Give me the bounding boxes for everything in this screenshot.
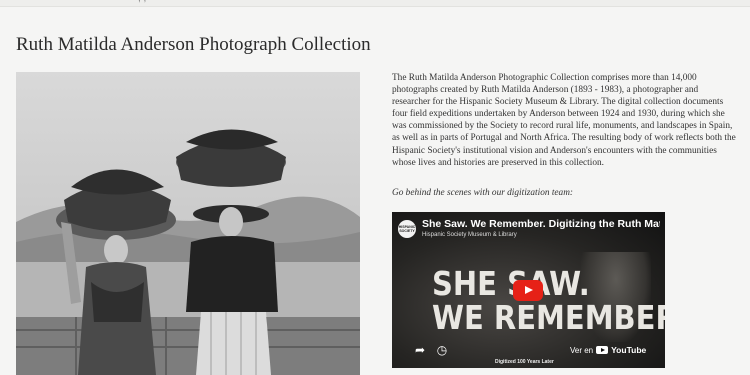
video-title[interactable]: She Saw. We Remember. Digitizing the Rut… [422,218,660,230]
video-bottom-caption: Digitized 100 Years Later [495,359,554,365]
video-embed[interactable]: HISPANIC SOCIETY She Saw. We Remember. D… [392,212,665,368]
collection-description: The Ruth Matilda Anderson Photographic C… [392,73,736,168]
watch-on-label: Ver en [570,345,594,355]
clock-icon[interactable]: ◷ [434,342,450,358]
watch-on-youtube-button[interactable]: Ver en YouTube [570,342,646,358]
photograph-image [16,72,360,375]
video-overlay-line-2: WE REMEMBER. [432,298,665,338]
youtube-wordmark: YouTube [611,345,647,355]
share-icon[interactable]: ➦ [412,342,428,358]
channel-avatar[interactable]: HISPANIC SOCIETY [398,220,416,238]
collection-photograph [16,72,360,375]
page-title: Ruth Matilda Anderson Photograph Collect… [16,34,371,55]
top-nav-strip: , , [0,0,750,7]
youtube-logo-icon [596,346,609,354]
play-icon[interactable] [513,280,543,301]
top-nav-fragment: , , [138,0,146,4]
video-lead-in: Go behind the scenes with our digitizati… [392,188,574,198]
video-channel-name: Hispanic Society Museum & Library [422,232,517,238]
